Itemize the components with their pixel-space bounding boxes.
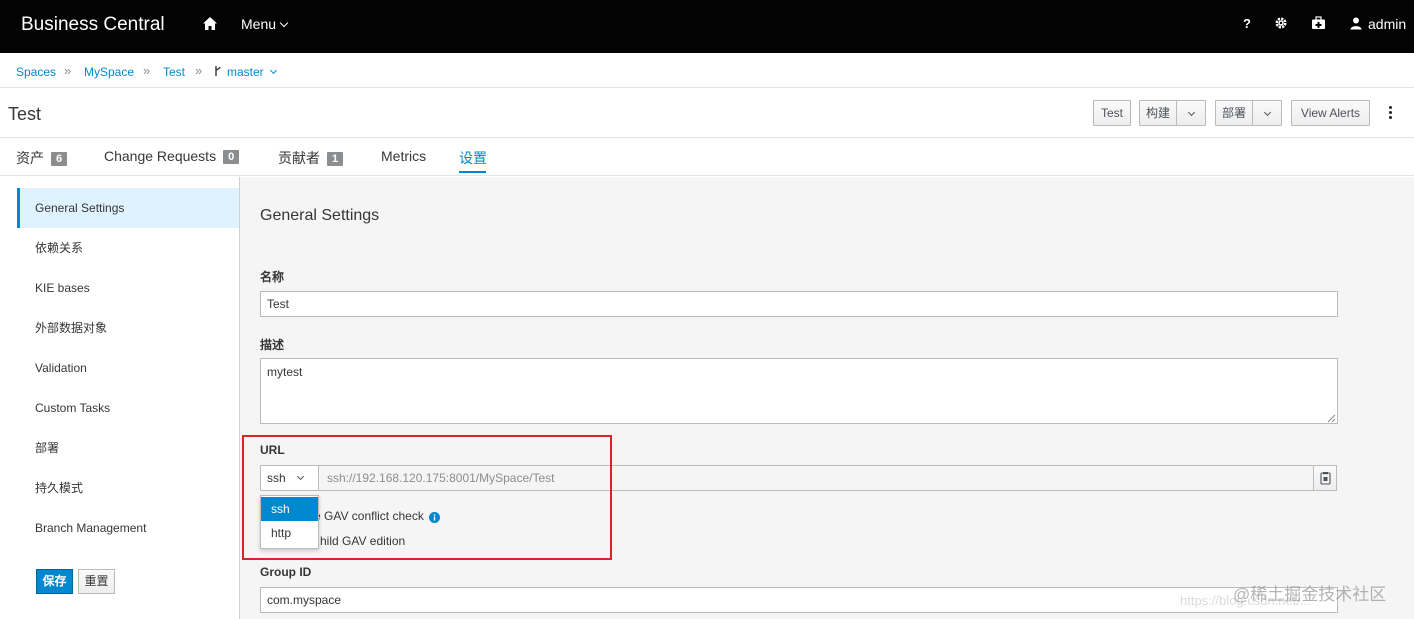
sidebar-item-kie-bases[interactable]: KIE bases [17, 268, 239, 308]
tab-label: 贡献者 [278, 150, 320, 166]
clipboard-icon [1320, 472, 1331, 485]
tab-metrics[interactable]: Metrics [381, 148, 426, 164]
brand-title[interactable]: Business Central [21, 14, 165, 36]
annotation-highlight-box [242, 435, 612, 560]
description-label: 描述 [260, 338, 285, 352]
chevron-down-icon [1263, 108, 1271, 117]
branch-icon [214, 65, 222, 80]
watermark-text: @稀土掘金技术社区 [1233, 585, 1387, 604]
chevron-down-icon [269, 66, 278, 75]
tab-label: 资产 [16, 150, 44, 166]
tab-label: Metrics [381, 148, 427, 164]
branch-name: master [227, 65, 264, 79]
name-label: 名称 [260, 270, 285, 284]
chevron-down-icon [279, 18, 289, 28]
sidebar-item-branch-management[interactable]: Branch Management [17, 508, 239, 548]
project-tabs: 资产 6 Change Requests 0 贡献者 1 Metrics 设置 [0, 138, 1414, 176]
tab-contributors[interactable]: 贡献者 1 [278, 148, 344, 168]
tab-label: 设置 [459, 150, 487, 166]
kebab-menu-icon[interactable] [1387, 105, 1393, 121]
description-field[interactable]: mytest [260, 358, 1338, 424]
breadcrumb-myspace[interactable]: MySpace [84, 65, 134, 79]
branch-selector[interactable]: master [227, 65, 278, 79]
user-icon[interactable] [1348, 16, 1364, 32]
count-badge: 6 [51, 152, 68, 166]
chevron-down-icon [1187, 108, 1195, 117]
sidebar-item-custom-tasks[interactable]: Custom Tasks [17, 388, 239, 428]
deploy-button[interactable]: 部署 [1215, 100, 1253, 126]
reset-button[interactable]: 重置 [78, 569, 115, 594]
deploy-dropdown-toggle[interactable] [1252, 100, 1282, 126]
breadcrumb-separator: » [195, 63, 203, 78]
tab-change-requests[interactable]: Change Requests 0 [104, 148, 240, 165]
menu-label: Menu [241, 16, 277, 32]
sidebar-item-dependencies[interactable]: 依赖关系 [17, 228, 239, 268]
save-button[interactable]: 保存 [36, 569, 73, 594]
sidebar-item-validation[interactable]: Validation [17, 348, 239, 388]
tab-assets[interactable]: 资产 6 [16, 148, 68, 168]
project-header: Test Test 构建 部署 View Alerts [0, 88, 1414, 138]
name-field[interactable]: Test [260, 291, 1338, 317]
section-title: General Settings [260, 207, 380, 224]
menu-dropdown[interactable]: Menu [241, 16, 289, 32]
tab-label: Change Requests [104, 148, 217, 164]
page-title: Test [8, 104, 42, 124]
breadcrumb-spaces[interactable]: Spaces [16, 65, 56, 79]
breadcrumb-separator: » [64, 63, 72, 78]
medkit-icon[interactable] [1310, 16, 1326, 32]
copy-url-button[interactable] [1313, 465, 1337, 491]
user-name[interactable]: admin [1368, 16, 1406, 32]
group-id-label: Group ID [260, 565, 312, 579]
build-button[interactable]: 构建 [1139, 100, 1177, 126]
breadcrumb: Spaces » MySpace » Test » master [0, 53, 1414, 88]
tab-settings[interactable]: 设置 [459, 148, 487, 168]
count-badge: 1 [327, 152, 344, 166]
view-alerts-button[interactable]: View Alerts [1291, 100, 1370, 126]
breadcrumb-separator: » [143, 63, 151, 78]
sidebar-item-general-settings[interactable]: General Settings [17, 188, 239, 228]
sidebar-item-external-data-objects[interactable]: 外部数据对象 [17, 308, 239, 348]
active-tab-indicator [459, 171, 486, 173]
resize-handle-icon[interactable] [1327, 411, 1336, 423]
home-icon[interactable] [202, 16, 218, 32]
count-badge: 0 [223, 150, 240, 164]
gear-icon[interactable] [1273, 16, 1289, 32]
help-icon[interactable]: ? [1239, 16, 1255, 32]
group-id-field[interactable]: com.myspace [260, 587, 1338, 613]
sidebar-item-deployments[interactable]: 部署 [17, 428, 239, 468]
breadcrumb-test[interactable]: Test [163, 65, 185, 79]
build-dropdown-toggle[interactable] [1176, 100, 1206, 126]
test-button[interactable]: Test [1093, 100, 1131, 126]
sidebar-item-persistence[interactable]: 持久模式 [17, 468, 239, 508]
top-navbar: Business Central Menu ? admin [0, 0, 1414, 53]
